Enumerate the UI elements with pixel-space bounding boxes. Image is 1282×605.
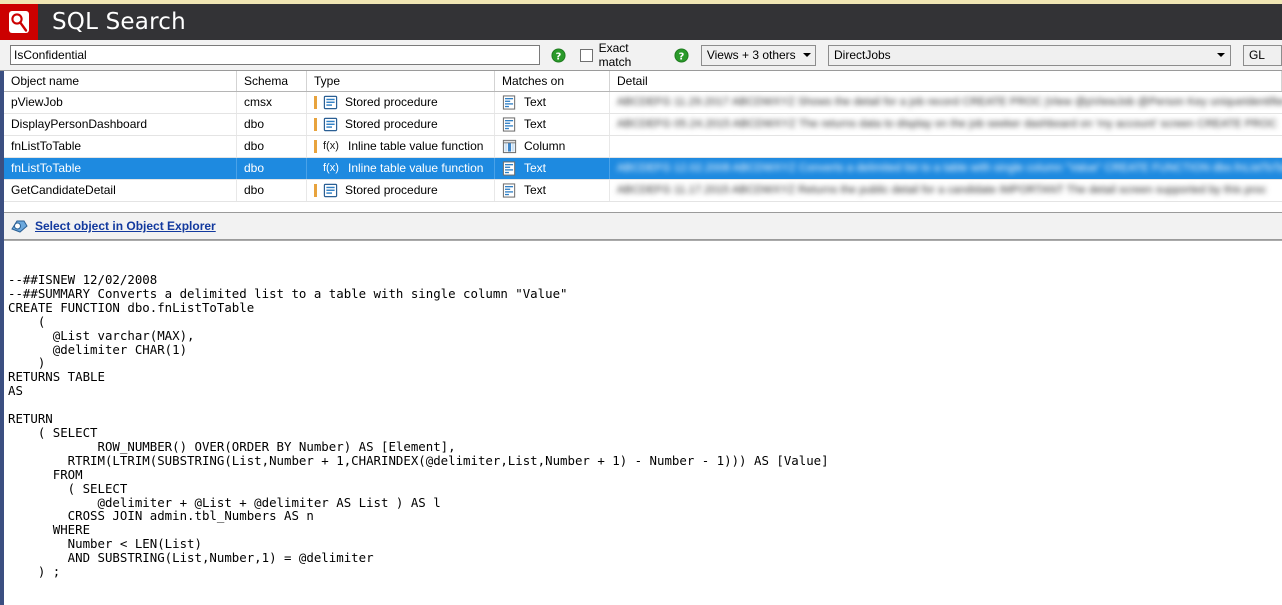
column-header-object-name[interactable]: Object name <box>4 71 237 91</box>
redgate-magnifier-logo-icon <box>9 11 29 33</box>
cell-type: Stored procedure <box>307 114 495 135</box>
exact-match-control[interactable]: Exact match <box>579 41 663 69</box>
results-grid[interactable]: Object name Schema Type Matches on Detai… <box>4 71 1282 212</box>
table-row[interactable]: DisplayPersonDashboard dbo Stored procedur… <box>4 114 1282 136</box>
cell-matches-on-label: Column <box>524 139 566 153</box>
search-toolbar: ? Exact match ? Views + 3 others DirectJ… <box>0 40 1282 71</box>
stored-procedure-icon <box>323 183 338 198</box>
column-match-icon <box>502 139 517 154</box>
type-accent-marker <box>314 140 317 153</box>
function-icon: f(x) <box>323 140 339 152</box>
object-types-value: Views + 3 others <box>706 48 796 62</box>
column-header-detail[interactable]: Detail <box>610 71 1282 91</box>
cell-object-name: GetCandidateDetail <box>4 180 237 201</box>
cell-matches-on-label: Text <box>524 183 547 197</box>
exact-match-label: Exact match <box>598 41 632 69</box>
server-dropdown[interactable]: GL <box>1242 44 1282 66</box>
help-icon[interactable]: ? <box>674 47 689 63</box>
database-value: DirectJobs <box>834 48 891 62</box>
svg-text:?: ? <box>556 51 562 62</box>
type-accent-marker <box>314 162 317 175</box>
text-match-icon <box>502 161 516 176</box>
cell-matches-on: Text <box>495 158 610 179</box>
cell-type-label: Inline table value function <box>348 161 484 175</box>
svg-text:?: ? <box>678 51 684 62</box>
cell-object-name: DisplayPersonDashboard <box>4 114 237 135</box>
cell-type: f(x) Inline table value function <box>307 136 495 157</box>
chevron-down-icon[interactable] <box>1213 46 1230 65</box>
action-link-bar: Select object in Object Explorer <box>4 212 1282 240</box>
type-accent-marker <box>314 118 317 131</box>
text-match-icon <box>502 95 516 110</box>
database-dropdown[interactable]: DirectJobs <box>828 44 1231 66</box>
help-icon[interactable]: ? <box>551 47 566 63</box>
cell-detail-text: ABCDEFG 12.02.2008 ABCDWXYZ Converts a d… <box>617 162 1282 174</box>
cell-matches-on: Text <box>495 114 610 135</box>
column-header-type[interactable]: Type <box>307 71 495 91</box>
cell-detail: ABCDEFG 11.29.2017 ABCDWXYZ Shows the de… <box>610 92 1282 113</box>
cell-object-name: pViewJob <box>4 92 237 113</box>
object-definition-pane[interactable]: --##ISNEW 12/02/2008 --##SUMMARY Convert… <box>4 240 1282 605</box>
cell-detail-text: ABCDEFG 11.17.2015 ABCDWXYZ Returns the … <box>617 184 1267 196</box>
app-title: SQL Search <box>52 8 186 35</box>
cell-type-label: Stored procedure <box>345 183 438 197</box>
stored-procedure-icon <box>323 95 338 110</box>
server-value: GL <box>1248 48 1265 62</box>
cell-schema: dbo <box>237 136 307 157</box>
cell-type: f(x) Inline table value function <box>307 158 495 179</box>
type-accent-marker <box>314 96 317 109</box>
cell-matches-on-label: Text <box>524 95 547 109</box>
grid-body: pViewJob cmsx Stored procedure Text ABCDEFG … <box>4 92 1282 202</box>
table-row[interactable]: fnListToTable dbo f(x) Inline table value f… <box>4 158 1282 180</box>
cell-type-label: Stored procedure <box>345 117 438 131</box>
grid-header-row: Object name Schema Type Matches on Detai… <box>4 71 1282 92</box>
cell-detail: ABCDEFG 12.02.2008 ABCDWXYZ Converts a d… <box>610 158 1282 179</box>
object-explorer-icon <box>11 220 28 233</box>
table-row[interactable]: GetCandidateDetail dbo Stored procedure Tex… <box>4 180 1282 202</box>
cell-object-name: fnListToTable <box>4 136 237 157</box>
cell-detail-text: ABCDEFG 05.24.2015 ABCDWXYZ The returns … <box>617 118 1278 130</box>
type-accent-marker <box>314 184 317 197</box>
cell-detail <box>610 136 1282 157</box>
function-icon: f(x) <box>323 162 339 174</box>
cell-schema: dbo <box>237 158 307 179</box>
cell-schema: cmsx <box>237 92 307 113</box>
cell-detail-text: ABCDEFG 11.29.2017 ABCDWXYZ Shows the de… <box>617 96 1282 108</box>
cell-schema: dbo <box>237 114 307 135</box>
table-row[interactable]: pViewJob cmsx Stored procedure Text ABCDEFG … <box>4 92 1282 114</box>
stored-procedure-icon <box>323 117 338 132</box>
cell-matches-on: Text <box>495 92 610 113</box>
column-header-matches-on[interactable]: Matches on <box>495 71 610 91</box>
chevron-down-icon[interactable] <box>798 46 815 65</box>
app-logo <box>0 4 38 40</box>
text-match-icon <box>502 117 516 132</box>
cell-detail: ABCDEFG 11.17.2015 ABCDWXYZ Returns the … <box>610 180 1282 201</box>
cell-type: Stored procedure <box>307 92 495 113</box>
cell-type-label: Inline table value function <box>348 139 484 153</box>
cell-detail: ABCDEFG 05.24.2015 ABCDWXYZ The returns … <box>610 114 1282 135</box>
cell-type: Stored procedure <box>307 180 495 201</box>
table-row[interactable]: fnListToTable dbo f(x) Inline table value f… <box>4 136 1282 158</box>
exact-match-checkbox[interactable] <box>579 48 593 62</box>
search-input[interactable] <box>10 45 540 65</box>
cell-type-label: Stored procedure <box>345 95 438 109</box>
object-types-dropdown[interactable]: Views + 3 others <box>700 44 816 66</box>
cell-matches-on: Text <box>495 180 610 201</box>
select-object-in-object-explorer-link[interactable]: Select object in Object Explorer <box>35 219 216 233</box>
title-bar: SQL Search <box>0 4 1282 40</box>
cell-matches-on-label: Text <box>524 161 547 175</box>
text-match-icon <box>502 183 516 198</box>
cell-matches-on: Column <box>495 136 610 157</box>
cell-matches-on-label: Text <box>524 117 547 131</box>
column-header-schema[interactable]: Schema <box>237 71 307 91</box>
cell-object-name: fnListToTable <box>4 158 237 179</box>
cell-schema: dbo <box>237 180 307 201</box>
sql-definition-text: --##ISNEW 12/02/2008 --##SUMMARY Convert… <box>8 272 829 580</box>
